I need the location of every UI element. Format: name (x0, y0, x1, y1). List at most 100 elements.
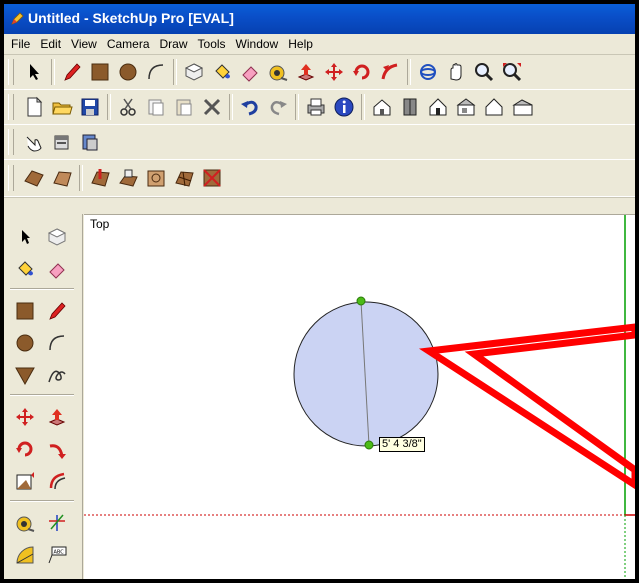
top-view-button[interactable] (396, 93, 424, 121)
select-tool-button[interactable] (20, 58, 48, 86)
eraser-button[interactable] (236, 58, 264, 86)
walk-tool-button[interactable] (20, 128, 48, 156)
line-tool-button[interactable] (58, 58, 86, 86)
zoom-button[interactable] (470, 58, 498, 86)
rectangle-tool-button[interactable] (86, 58, 114, 86)
redo-button[interactable] (264, 93, 292, 121)
copy-button[interactable] (142, 93, 170, 121)
toolbar-grip[interactable] (8, 129, 14, 155)
menu-window[interactable]: Window (231, 34, 284, 51)
move-tool-button[interactable] (12, 404, 38, 430)
house-top-icon (403, 98, 417, 116)
arc-tool-button[interactable] (142, 58, 170, 86)
right-view-button[interactable] (452, 93, 480, 121)
from-contours-button[interactable] (20, 164, 48, 192)
tape-measure-icon (269, 65, 288, 81)
menu-edit[interactable]: Edit (35, 34, 66, 51)
stamp-button[interactable] (114, 164, 142, 192)
text-label-icon: ABC (48, 546, 67, 564)
toolbar-grip[interactable] (8, 94, 14, 120)
front-view-button[interactable] (424, 93, 452, 121)
pan-button[interactable] (442, 58, 470, 86)
rectangle-tool-button[interactable] (12, 298, 38, 324)
save-button[interactable] (76, 93, 104, 121)
offset-tool-button[interactable] (44, 468, 70, 494)
axes-tool-button[interactable] (44, 510, 70, 536)
house-right-icon (456, 98, 476, 116)
arc-icon (49, 335, 65, 351)
section-plane-button[interactable] (48, 128, 76, 156)
menu-view[interactable]: View (66, 34, 102, 51)
freehand-tool-button[interactable] (44, 362, 70, 388)
print-button[interactable] (302, 93, 330, 121)
drawing-viewport[interactable]: Top 5' 4 3/8" (84, 214, 635, 579)
make-component-button[interactable] (180, 58, 208, 86)
erase-button[interactable] (198, 93, 226, 121)
polygon-tool-button[interactable] (12, 362, 38, 388)
make-component-button[interactable] (44, 224, 70, 250)
paint-bucket-button[interactable] (12, 256, 38, 282)
rotate-tool-button[interactable] (12, 436, 38, 462)
menu-tools[interactable]: Tools (193, 34, 231, 51)
scale-tool-button[interactable] (12, 468, 38, 494)
move-tool-button[interactable] (320, 58, 348, 86)
paint-bucket-icon (18, 261, 33, 276)
left-view-button[interactable] (508, 93, 536, 121)
toolbar-standard (4, 90, 635, 125)
push-pull-button[interactable] (292, 58, 320, 86)
iso-view-button[interactable] (368, 93, 396, 121)
terrain-grid-icon (53, 171, 72, 187)
follow-me-icon (49, 444, 66, 459)
tape-measure-button[interactable] (12, 510, 38, 536)
toolbar-sandbox-small (4, 125, 635, 160)
select-tool-button[interactable] (12, 224, 38, 250)
zoom-extents-button[interactable] (498, 58, 526, 86)
line-tool-button[interactable] (44, 298, 70, 324)
cut-button[interactable] (114, 93, 142, 121)
component-icon (184, 63, 204, 81)
add-detail-button[interactable] (170, 164, 198, 192)
text-tool-button[interactable]: ABC (44, 542, 70, 568)
eraser-icon (49, 263, 65, 279)
open-file-button[interactable] (48, 93, 76, 121)
rotate-tool-button[interactable] (348, 58, 376, 86)
menu-camera[interactable]: Camera (102, 34, 155, 51)
undo-button[interactable] (236, 93, 264, 121)
rectangle-icon (91, 63, 109, 81)
menu-help[interactable]: Help (283, 34, 318, 51)
back-view-button[interactable] (480, 93, 508, 121)
eraser-button[interactable] (44, 256, 70, 282)
follow-me-button[interactable] (44, 436, 70, 462)
drawn-circle-face[interactable] (293, 301, 439, 447)
display-section-button[interactable] (76, 128, 104, 156)
freehand-icon (48, 370, 66, 383)
menu-draw[interactable]: Draw (155, 34, 193, 51)
orbit-button[interactable] (414, 58, 442, 86)
protractor-button[interactable] (12, 542, 38, 568)
tape-measure-button[interactable] (264, 58, 292, 86)
push-pull-icon (297, 64, 315, 81)
title-bar[interactable]: Untitled - SketchUp Pro [EVAL] (4, 4, 635, 34)
menu-file[interactable]: File (6, 34, 35, 51)
flip-edge-button[interactable] (198, 164, 226, 192)
select-arrow-icon (30, 64, 39, 80)
circle-tool-button[interactable] (12, 330, 38, 356)
follow-me-button[interactable] (376, 58, 404, 86)
model-info-button[interactable] (330, 93, 358, 121)
push-pull-button[interactable] (44, 404, 70, 430)
circle-tool-button[interactable] (114, 58, 142, 86)
toolbar-grip[interactable] (8, 165, 14, 191)
smoove-button[interactable] (86, 164, 114, 192)
paste-button[interactable] (170, 93, 198, 121)
house-left-icon (512, 99, 533, 116)
copy-icon (148, 99, 164, 116)
paint-bucket-button[interactable] (208, 58, 236, 86)
drape-button[interactable] (142, 164, 170, 192)
zoom-extents-icon (503, 63, 522, 82)
new-file-button[interactable] (20, 93, 48, 121)
from-scratch-button[interactable] (48, 164, 76, 192)
left-toolbar: ABC (4, 214, 83, 579)
arc-tool-button[interactable] (44, 330, 70, 356)
open-folder-icon (52, 102, 73, 115)
toolbar-grip[interactable] (8, 59, 14, 85)
